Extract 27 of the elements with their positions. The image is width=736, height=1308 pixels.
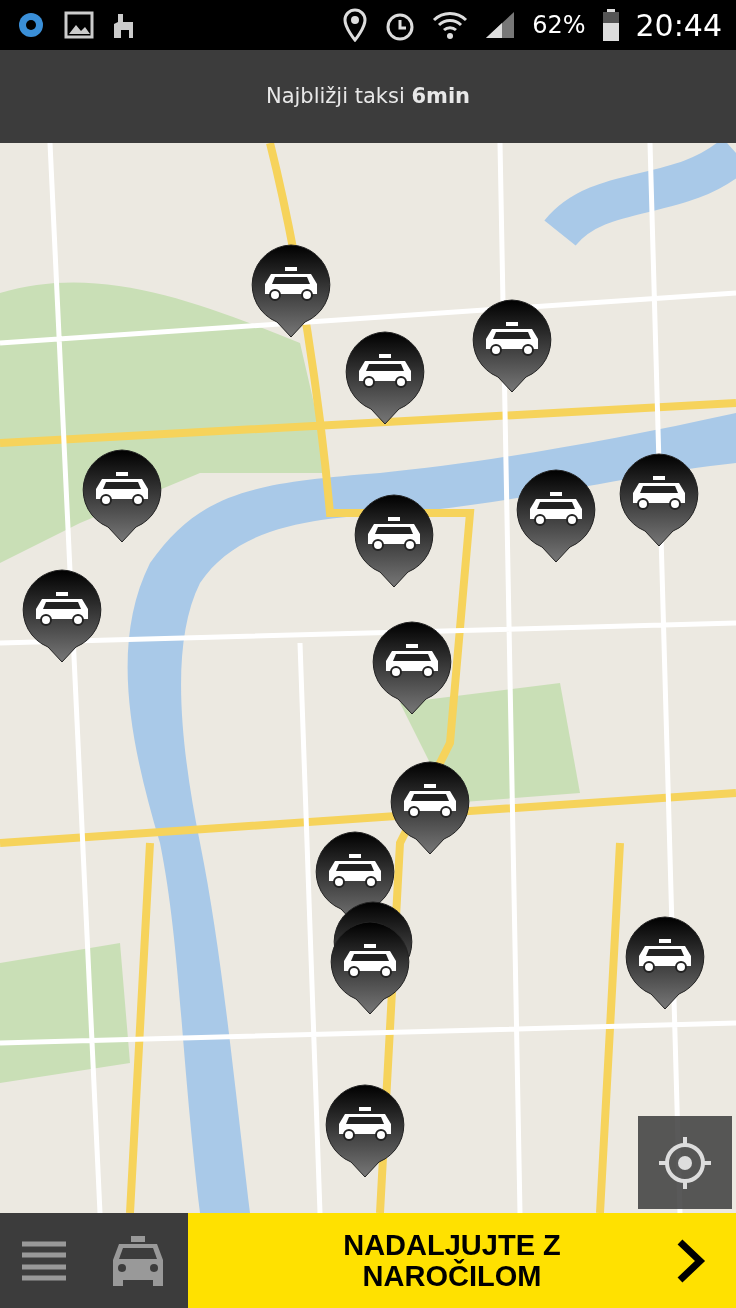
taxi-pin-icon[interactable] — [514, 468, 598, 564]
taxi-pin-icon[interactable] — [370, 620, 454, 716]
crosshair-icon — [657, 1134, 713, 1191]
taxi-pin-icon[interactable] — [623, 915, 707, 1011]
taxi-pin-icon[interactable] — [470, 298, 554, 394]
map-drawing[interactable] — [0, 143, 736, 1213]
taxi-pin-icon[interactable] — [323, 1083, 407, 1179]
battery-icon — [601, 9, 620, 41]
continue-order-button[interactable]: NADALJUJTE Z NAROČILOM — [188, 1213, 736, 1308]
taxi-pin-icon[interactable] — [249, 243, 333, 339]
signal-icon — [484, 10, 517, 40]
clock-time: 20:44 — [635, 6, 722, 45]
my-location-button[interactable] — [638, 1116, 732, 1209]
taxi-pin-icon[interactable] — [20, 568, 104, 664]
menu-icon[interactable] — [21, 1239, 66, 1282]
taxi-pin-icon[interactable] — [388, 760, 472, 856]
taxi-pin-cluster-icon[interactable] — [313, 830, 415, 1016]
location-icon — [342, 8, 369, 42]
taxi-pin-icon[interactable] — [80, 448, 164, 544]
image-icon — [64, 11, 94, 39]
taxi-pin-icon[interactable] — [352, 493, 436, 589]
chevron-right-icon — [676, 1237, 706, 1284]
wifi-icon — [432, 10, 469, 40]
battery-percent: 62% — [532, 10, 586, 41]
taxi-pin-icon[interactable] — [343, 330, 427, 426]
taxi-pin-icon[interactable] — [617, 452, 701, 548]
nearest-taxi-text: Najbližji taksi 6min — [265, 82, 471, 110]
